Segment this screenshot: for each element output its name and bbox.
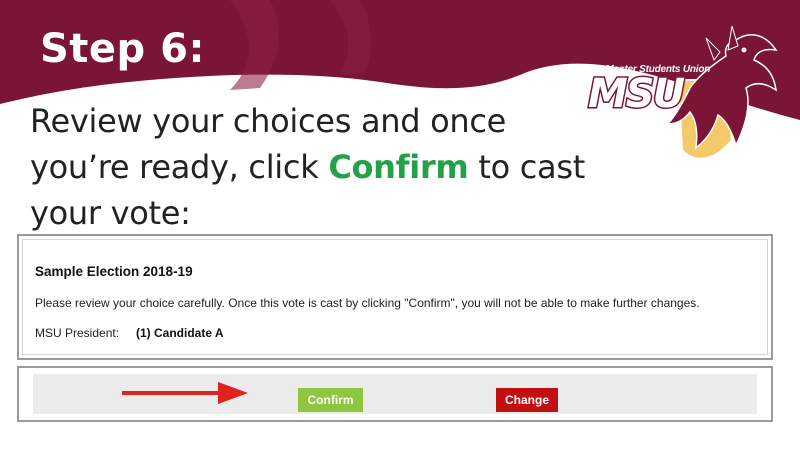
change-button[interactable]: Change <box>496 388 558 412</box>
position-label: MSU President: <box>35 326 120 340</box>
logo-wordmark: MSU <box>586 71 686 117</box>
election-title: Sample Election 2018-19 <box>35 264 193 279</box>
review-warning-message: Please review your choice carefully. Onc… <box>35 296 700 310</box>
tutorial-slide: Step 6: McMaster Students Union MSU Revi… <box>0 0 800 458</box>
step-heading: Step 6: <box>40 26 205 72</box>
instruction-confirm-keyword: Confirm <box>328 148 469 186</box>
selected-candidate: (1) Candidate A <box>136 326 224 340</box>
ballot-review-inner: Sample Election 2018-19 Please review yo… <box>22 239 768 355</box>
instruction-text: Review your choices and once you’re read… <box>30 98 590 236</box>
arrow-right-icon <box>122 382 248 404</box>
ballot-review-panel: Sample Election 2018-19 Please review yo… <box>17 234 773 360</box>
confirm-button[interactable]: Confirm <box>298 388 363 412</box>
